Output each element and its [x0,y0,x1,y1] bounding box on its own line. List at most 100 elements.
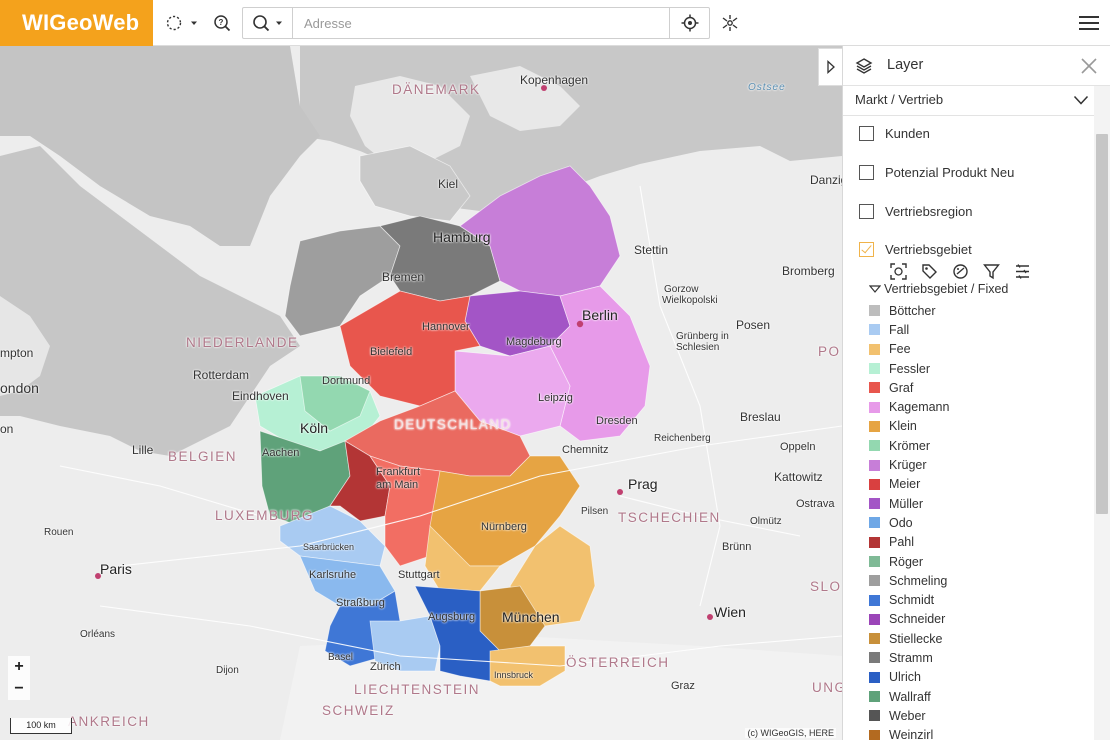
sublayer-title: Vertriebsgebiet / Fixed [884,282,1009,296]
map-label: Chemnitz [562,444,609,456]
layer-item-potenzial[interactable]: Potenzial Produkt Neu [859,162,1014,182]
map-label: Brünn [722,541,752,553]
map-label: PO [818,344,841,359]
layer-group-select[interactable]: Markt / Vertrieb [843,86,1095,116]
legend-swatch [869,594,880,606]
map-label: Reichenberg [654,433,711,444]
legend-label: Pahl [889,535,915,550]
scale-bar: 100 km [10,718,72,734]
zoom-extent-icon[interactable] [889,262,908,281]
map-label: Straßburg [336,597,385,609]
map-label: UNG [812,680,842,695]
map-label: Oppeln [780,441,816,453]
collapse-panel-button[interactable] [818,48,842,86]
lasso-select-icon [166,15,182,31]
layer-checkbox[interactable] [859,125,874,141]
zoom-in-button[interactable]: + [8,656,30,678]
chevron-right-icon [826,60,835,74]
legend-swatch [869,710,880,722]
legend-item: Schneider [869,610,1079,629]
lasso-select-button[interactable] [160,8,204,38]
chevron-down-icon [275,21,282,25]
legend-label: Schmeling [889,573,948,588]
map-label: Frankfurt [376,466,421,478]
legend-swatch [869,363,880,375]
map-label: Zürich [370,661,401,673]
layer-item-kunden[interactable]: Kunden [859,123,930,143]
legend-label: Fee [889,342,911,357]
legend-item: Böttcher [869,301,1079,320]
map-label: Magdeburg [506,336,562,348]
map-label: Bromberg [782,264,835,278]
map-canvas [0,46,842,740]
filter-icon[interactable] [982,262,1001,281]
map-label: Wielkopolski [662,295,718,306]
help-search-button[interactable]: ? [208,8,236,38]
map-label: Hannover [422,321,470,333]
layer-checkbox[interactable] [859,241,874,257]
legend-swatch [869,305,880,317]
legend-label: Wallraff [889,689,931,704]
map-label: Grünberg in [676,331,729,342]
map-label: Kattowitz [774,470,823,484]
layer-tools [889,262,1032,282]
map-label: Ostrava [796,498,835,510]
map-label: ondon [0,380,39,396]
sublayer-toggle[interactable]: Vertriebsgebiet / Fixed [869,282,1008,296]
legend-swatch [869,556,880,567]
legend-label: Stramm [889,650,933,665]
panel-title: Layer [887,57,924,73]
map-label: Dortmund [322,375,371,387]
panel-scrollbar[interactable] [1094,86,1110,740]
locate-button[interactable] [669,8,709,38]
legend-list: Böttcher Fall Fee Fessler Graf Kagemann Klein K… [869,301,1079,740]
legend-item: Graf [869,378,1079,397]
map-label: Eindhoven [232,389,289,403]
legend-swatch [869,633,880,645]
route-tool-button[interactable] [716,8,744,38]
legend-swatch [869,343,880,355]
layer-checkbox[interactable] [859,203,874,219]
address-search [242,7,710,39]
layer-checkbox[interactable] [859,164,874,180]
legend-swatch [869,401,880,413]
legend-swatch [869,613,880,625]
label-tag-icon[interactable] [920,262,939,281]
legend-swatch [869,729,880,740]
chevron-down-icon [191,21,197,25]
legend-item: Meier [869,475,1079,494]
map-label: LIECHTENSTEIN [354,682,481,697]
map-label: SCHWEIZ [322,703,395,718]
help-search-icon: ? [214,15,231,32]
legend-label: Röger [889,554,924,569]
legend-item: Müller [869,494,1079,513]
panel-header: Layer [843,46,1110,86]
map-label: Stettin [634,243,669,257]
map-view[interactable]: Kopenhagen DÄNEMARK Ostsee Kiel Danzig H… [0,46,842,740]
search-icon [252,15,269,32]
legend-item: Fee [869,340,1079,359]
zoom-control: + − [8,656,30,700]
search-mode-button[interactable] [243,8,293,38]
map-attribution: (c) WIGeoGIS, HERE [745,728,836,738]
legend-item: Weber [869,706,1079,725]
main-menu-button[interactable] [1074,8,1104,38]
layer-item-vertriebsgebiet[interactable]: Vertriebsgebiet [859,239,972,259]
legend-swatch [869,440,880,452]
menu-icon [1079,16,1099,30]
scrollbar-thumb[interactable] [1096,134,1108,514]
address-input[interactable] [294,8,669,38]
map-label: Olmütz [750,516,782,527]
close-icon[interactable] [1079,56,1099,76]
legend-label: Meier [889,477,921,492]
legend-settings-icon[interactable] [1013,262,1032,281]
map-label: BELGIEN [168,449,238,464]
legend-swatch [869,671,880,683]
style-icon[interactable] [951,262,970,281]
map-label: SLO [810,579,842,594]
map-label: Breslau [740,410,781,424]
map-label: Basel [328,652,354,663]
zoom-out-button[interactable]: − [8,678,30,700]
map-label: am Main [376,479,419,491]
layer-item-vertriebsregion[interactable]: Vertriebsregion [859,201,972,221]
